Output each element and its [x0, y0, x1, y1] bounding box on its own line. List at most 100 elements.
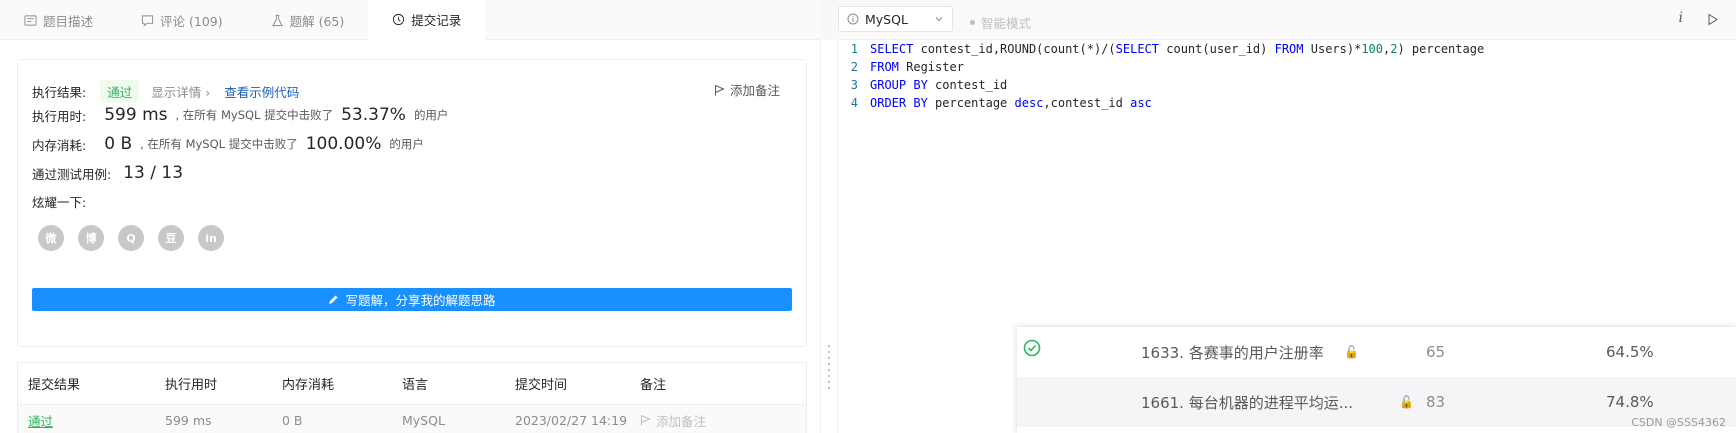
flask-icon	[271, 14, 283, 26]
result-row: 执行结果: 通过 显示详情 › 查看示例代码	[32, 80, 299, 103]
weibo-icon[interactable]: 博	[78, 225, 104, 251]
header-language: 语言	[402, 378, 429, 393]
qq-icon[interactable]: Q	[118, 225, 144, 251]
problem-count: 65	[1426, 343, 1446, 361]
table-row[interactable]: 通过 599 ms 0 B MySQL 2023/02/27 14:19 添加备…	[18, 405, 806, 433]
lock-icon: 🔓	[1399, 395, 1414, 409]
pane-splitter[interactable]	[820, 40, 838, 433]
list-item[interactable]: 1633. 各赛事的用户注册率 🔓 65 64.5%	[1017, 327, 1736, 377]
runtime-beat-text: , 在所有 MySQL 提交中击败了	[175, 108, 334, 122]
code-editor[interactable]: 1 SELECT contest_id,ROUND(count(*)/(SELE…	[838, 40, 1736, 112]
ai-mode-label: 智能模式	[981, 16, 1032, 31]
share-label: 炫耀一下:	[32, 195, 87, 210]
tab-submissions[interactable]: 提交记录	[368, 0, 486, 40]
memory-suffix: 的用户	[389, 137, 424, 151]
tab-label: 提交记录	[411, 13, 462, 28]
code-line: 2 FROM Register	[850, 60, 964, 74]
italic-icon[interactable]: i	[1679, 10, 1683, 26]
row-memory: 0 B	[282, 412, 303, 428]
memory-percent: 100.00%	[305, 134, 382, 154]
result-card: 执行结果: 通过 显示详情 › 查看示例代码 添加备注 执行用时: 599 ms…	[17, 59, 807, 347]
view-sample-code-link[interactable]: 查看示例代码	[224, 82, 299, 101]
header-note: 备注	[640, 378, 667, 393]
code-line-text: ORDER BY percentage desc,contest_id asc	[870, 96, 1152, 110]
code-line: 1 SELECT contest_id,ROUND(count(*)/(SELE…	[850, 42, 1485, 56]
drag-handle-icon[interactable]	[828, 345, 831, 405]
row-language: MySQL	[402, 412, 445, 428]
header-runtime: 执行用时	[165, 378, 218, 393]
tests-label: 通过测试用例:	[32, 166, 112, 182]
clock-icon	[393, 13, 405, 26]
runtime-row: 执行用时: 599 ms , 在所有 MySQL 提交中击败了 53.37% 的…	[32, 105, 448, 125]
code-line-text: SELECT contest_id,ROUND(count(*)/(SELECT…	[870, 42, 1485, 56]
tab-label: 题解 (65)	[289, 13, 345, 29]
problem-list-popup: 1633. 各赛事的用户注册率 🔓 65 64.5% 1661. 每台机器的进程…	[1017, 327, 1736, 433]
dot-icon	[970, 20, 975, 25]
add-note-button[interactable]: 添加备注	[714, 80, 780, 99]
watermark: CSDN @SSS4362	[1631, 416, 1726, 429]
submission-panel: 执行结果: 通过 显示详情 › 查看示例代码 添加备注 执行用时: 599 ms…	[0, 40, 820, 433]
comment-icon	[141, 14, 154, 27]
problem-tabs: 题目描述 评论 (109) 题解 (65) 提交记录	[0, 0, 820, 40]
runtime-label: 执行用时:	[32, 108, 87, 124]
code-line-text: GROUP BY contest_id	[870, 78, 1008, 92]
code-line: 3 GROUP BY contest_id	[850, 78, 1008, 92]
row-add-note-button[interactable]: 添加备注	[640, 411, 706, 430]
chevron-down-icon	[935, 17, 943, 22]
document-icon	[24, 14, 37, 26]
add-note-label: 添加备注	[729, 83, 780, 98]
header-result: 提交结果	[28, 378, 81, 393]
header-memory: 内存消耗	[282, 378, 335, 393]
status-badge: 通过	[100, 80, 140, 103]
memory-beat-text: , 在所有 MySQL 提交中击败了	[140, 137, 298, 151]
ai-mode-toggle[interactable]: 智能模式	[970, 13, 1031, 32]
list-item[interactable]: 1661. 每台机器的进程平均运... 🔓 83 74.8%	[1017, 377, 1736, 427]
row-result-link[interactable]: 通过	[28, 411, 53, 430]
code-line: 4 ORDER BY percentage desc,contest_id as…	[850, 96, 1152, 110]
row-runtime: 599 ms	[165, 412, 212, 428]
pencil-icon	[329, 295, 338, 304]
runtime-suffix: 的用户	[413, 108, 449, 122]
row-submit-time: 2023/02/27 14:19	[515, 412, 628, 428]
lock-icon: 🔓	[1344, 345, 1359, 359]
submission-table: 提交结果 执行用时 内存消耗 语言 提交时间 备注 通过 599 ms 0 B …	[17, 362, 807, 433]
write-solution-label: 写题解，分享我的解题思路	[345, 293, 496, 308]
check-circle-icon	[1023, 339, 1041, 357]
share-buttons: 微 博 Q 豆 in	[38, 225, 224, 251]
table-header: 提交结果 执行用时 内存消耗 语言 提交时间 备注	[18, 363, 806, 405]
tab-label: 评论 (109)	[160, 13, 223, 29]
language-value: MySQL	[865, 11, 908, 27]
problem-count: 83	[1426, 393, 1446, 411]
douban-icon[interactable]: 豆	[158, 225, 184, 251]
tests-row: 通过测试用例: 13 / 13	[32, 163, 191, 183]
header-submit-time: 提交时间	[515, 378, 568, 393]
memory-value: 0 B	[104, 134, 133, 154]
code-line-text: FROM Register	[870, 60, 964, 74]
flag-icon	[641, 415, 651, 426]
tab-label: 题目描述	[43, 13, 94, 29]
runtime-value: 599 ms	[104, 105, 168, 125]
tab-solutions[interactable]: 题解 (65)	[247, 0, 369, 40]
language-select[interactable]: MySQL	[838, 6, 953, 32]
tab-comments[interactable]: 评论 (109)	[117, 0, 247, 40]
problem-title: 1661. 每台机器的进程平均运...	[1141, 393, 1354, 412]
problem-title: 1633. 各赛事的用户注册率	[1141, 343, 1324, 362]
runtime-percent: 53.37%	[341, 105, 406, 125]
share-row: 炫耀一下:	[32, 192, 86, 211]
write-solution-button[interactable]: 写题解，分享我的解题思路	[32, 288, 792, 311]
tab-description[interactable]: 题目描述	[0, 0, 117, 40]
row-note-label: 添加备注	[656, 413, 707, 429]
problem-rate: 74.8%	[1606, 393, 1654, 411]
tests-value: 13 / 13	[123, 163, 184, 183]
result-label: 执行结果:	[32, 85, 87, 100]
wechat-icon[interactable]: 微	[38, 225, 64, 251]
editor-toolbar: MySQL 智能模式 i	[838, 0, 1736, 40]
play-icon[interactable]	[1707, 13, 1719, 26]
linkedin-icon[interactable]: in	[198, 225, 224, 251]
show-details-link[interactable]: 显示详情 ›	[151, 82, 210, 101]
memory-row: 内存消耗: 0 B , 在所有 MySQL 提交中击败了 100.00% 的用户	[32, 134, 424, 154]
info-icon	[847, 13, 859, 25]
problem-rate: 64.5%	[1606, 343, 1654, 361]
flag-icon	[714, 84, 725, 95]
memory-label: 内存消耗:	[32, 137, 87, 153]
